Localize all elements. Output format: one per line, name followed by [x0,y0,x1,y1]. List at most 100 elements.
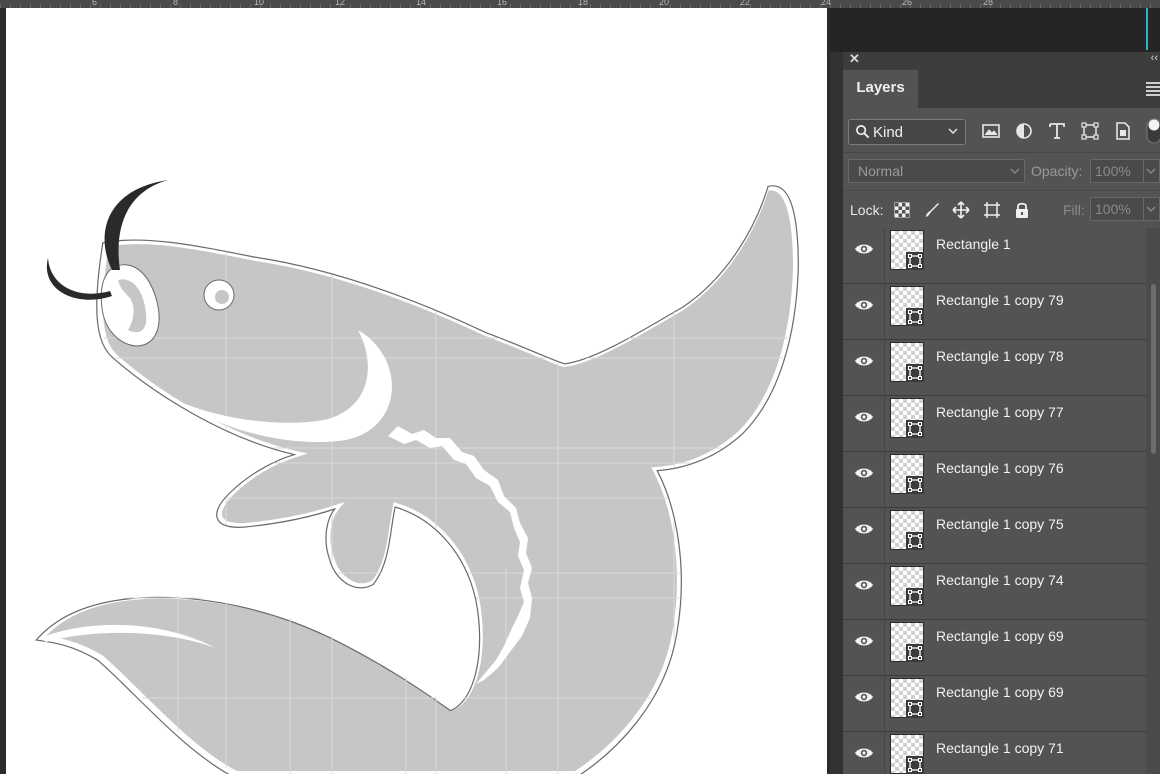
visibility-divider [884,452,885,508]
visibility-divider [884,284,885,340]
lock-artboard-icon[interactable] [982,200,1002,220]
lock-all-icon[interactable] [1012,200,1032,220]
blend-mode-select[interactable]: Normal [848,159,1025,183]
smart-object-filter-icon[interactable] [1112,120,1134,142]
layers-scrollbar[interactable] [1146,228,1160,774]
visibility-divider [884,508,885,564]
eye-icon[interactable] [854,690,874,704]
shape-filter-icon[interactable] [1079,120,1101,142]
fill-label: Fill: [1063,202,1085,218]
eye-icon[interactable] [854,578,874,592]
layer-row[interactable]: Rectangle 1 [843,228,1146,284]
shape-layer-icon [906,644,924,662]
layer-row[interactable]: Rectangle 1 copy 75 [843,508,1146,564]
layer-thumbnail[interactable] [890,286,924,326]
ruler-number: 10 [254,0,265,7]
eye-icon[interactable] [854,466,874,480]
layer-row[interactable]: Rectangle 1 copy 69 [843,676,1146,732]
layers-list[interactable]: Rectangle 1 Rectangle 1 copy 79 Rectangle … [843,228,1146,774]
eye-icon[interactable] [854,410,874,424]
visibility-divider [884,620,885,676]
ruler-number: 8 [173,0,179,7]
horizontal-ruler[interactable]: 6 8 10 12 14 16 18 20 22 24 26 28 [0,0,1160,8]
layer-name[interactable]: Rectangle 1 [936,236,1011,252]
visibility-divider [884,564,885,620]
fill-dropdown-button[interactable] [1144,197,1160,221]
visibility-divider [884,396,885,452]
layer-row[interactable]: Rectangle 1 copy 77 [843,396,1146,452]
layer-row[interactable]: Rectangle 1 copy 74 [843,564,1146,620]
layer-thumbnail[interactable] [890,734,924,774]
ruler-number: 26 [902,0,913,7]
layer-thumbnail[interactable] [890,230,924,270]
shape-layer-icon [906,532,924,550]
ruler-number: 18 [578,0,589,7]
eye-icon[interactable] [854,522,874,536]
filter-toggle-switch[interactable] [1146,118,1160,144]
type-filter-icon[interactable] [1046,120,1068,142]
layer-thumbnail[interactable] [890,678,924,718]
ruler-number: 12 [335,0,346,7]
opacity-dropdown-button[interactable] [1144,159,1160,183]
layers-panel: ✕ ‹‹ Layers Kind Normal Opacity: 100% Lo… [843,51,1160,774]
ruler-number: 6 [92,0,98,7]
eye-icon[interactable] [854,298,874,312]
chevron-down-icon [1010,168,1020,174]
panel-menu-icon[interactable] [1146,82,1160,98]
lock-position-icon[interactable] [951,200,971,220]
search-icon [856,125,870,139]
layer-name[interactable]: Rectangle 1 copy 69 [936,628,1064,644]
layer-name[interactable]: Rectangle 1 copy 76 [936,460,1064,476]
guide-line[interactable] [1146,8,1148,50]
tab-layers[interactable]: Layers [843,70,918,108]
fill-input[interactable]: 100% [1090,197,1144,221]
scroll-thumb[interactable] [1151,284,1156,454]
layer-name[interactable]: Rectangle 1 copy 75 [936,516,1064,532]
shape-layer-icon [906,700,924,718]
panel-tab-bar: Layers [843,70,1160,108]
opacity-input[interactable]: 100% [1090,159,1144,183]
ruler-number: 16 [497,0,508,7]
chevron-down-icon [1146,206,1156,212]
canvas-pasteboard [830,8,1160,52]
layer-row[interactable]: Rectangle 1 copy 71 [843,732,1146,774]
layer-thumbnail[interactable] [890,454,924,494]
layer-row[interactable]: Rectangle 1 copy 76 [843,452,1146,508]
layer-name[interactable]: Rectangle 1 copy 69 [936,684,1064,700]
shape-layer-icon [906,420,924,438]
layer-row[interactable]: Rectangle 1 copy 78 [843,340,1146,396]
visibility-divider [884,228,885,284]
layer-row[interactable]: Rectangle 1 copy 69 [843,620,1146,676]
eye-icon[interactable] [854,242,874,256]
image-filter-icon[interactable] [980,120,1002,142]
filter-kind-select[interactable]: Kind [848,119,966,145]
layer-thumbnail[interactable] [890,398,924,438]
layer-name[interactable]: Rectangle 1 copy 77 [936,404,1064,420]
lock-transparent-pixels-icon[interactable] [892,200,912,220]
layer-row[interactable]: Rectangle 1 copy 79 [843,284,1146,340]
ruler-number: 22 [740,0,751,7]
collapse-panel-icon[interactable]: ‹‹ [1151,52,1158,64]
eye-icon[interactable] [854,746,874,760]
layer-name[interactable]: Rectangle 1 copy 79 [936,292,1064,308]
lock-image-pixels-icon[interactable] [922,200,942,220]
layer-name[interactable]: Rectangle 1 copy 78 [936,348,1064,364]
layer-thumbnail[interactable] [890,566,924,606]
visibility-divider [884,340,885,396]
lock-row: Lock: Fill: 100% [843,190,1160,229]
chevron-down-icon [948,128,958,135]
visibility-divider [884,676,885,732]
eye-icon[interactable] [854,634,874,648]
layer-name[interactable]: Rectangle 1 copy 74 [936,572,1064,588]
document-canvas[interactable] [6,8,827,774]
shape-layer-icon [906,308,924,326]
eye-icon[interactable] [854,354,874,368]
layer-thumbnail[interactable] [890,342,924,382]
layer-filter-row: Kind [843,108,1160,152]
layer-thumbnail[interactable] [890,622,924,662]
close-icon[interactable]: ✕ [849,51,860,67]
layer-name[interactable]: Rectangle 1 copy 71 [936,740,1064,756]
fill-value: 100% [1095,201,1131,217]
layer-thumbnail[interactable] [890,510,924,550]
adjustment-filter-icon[interactable] [1013,120,1035,142]
